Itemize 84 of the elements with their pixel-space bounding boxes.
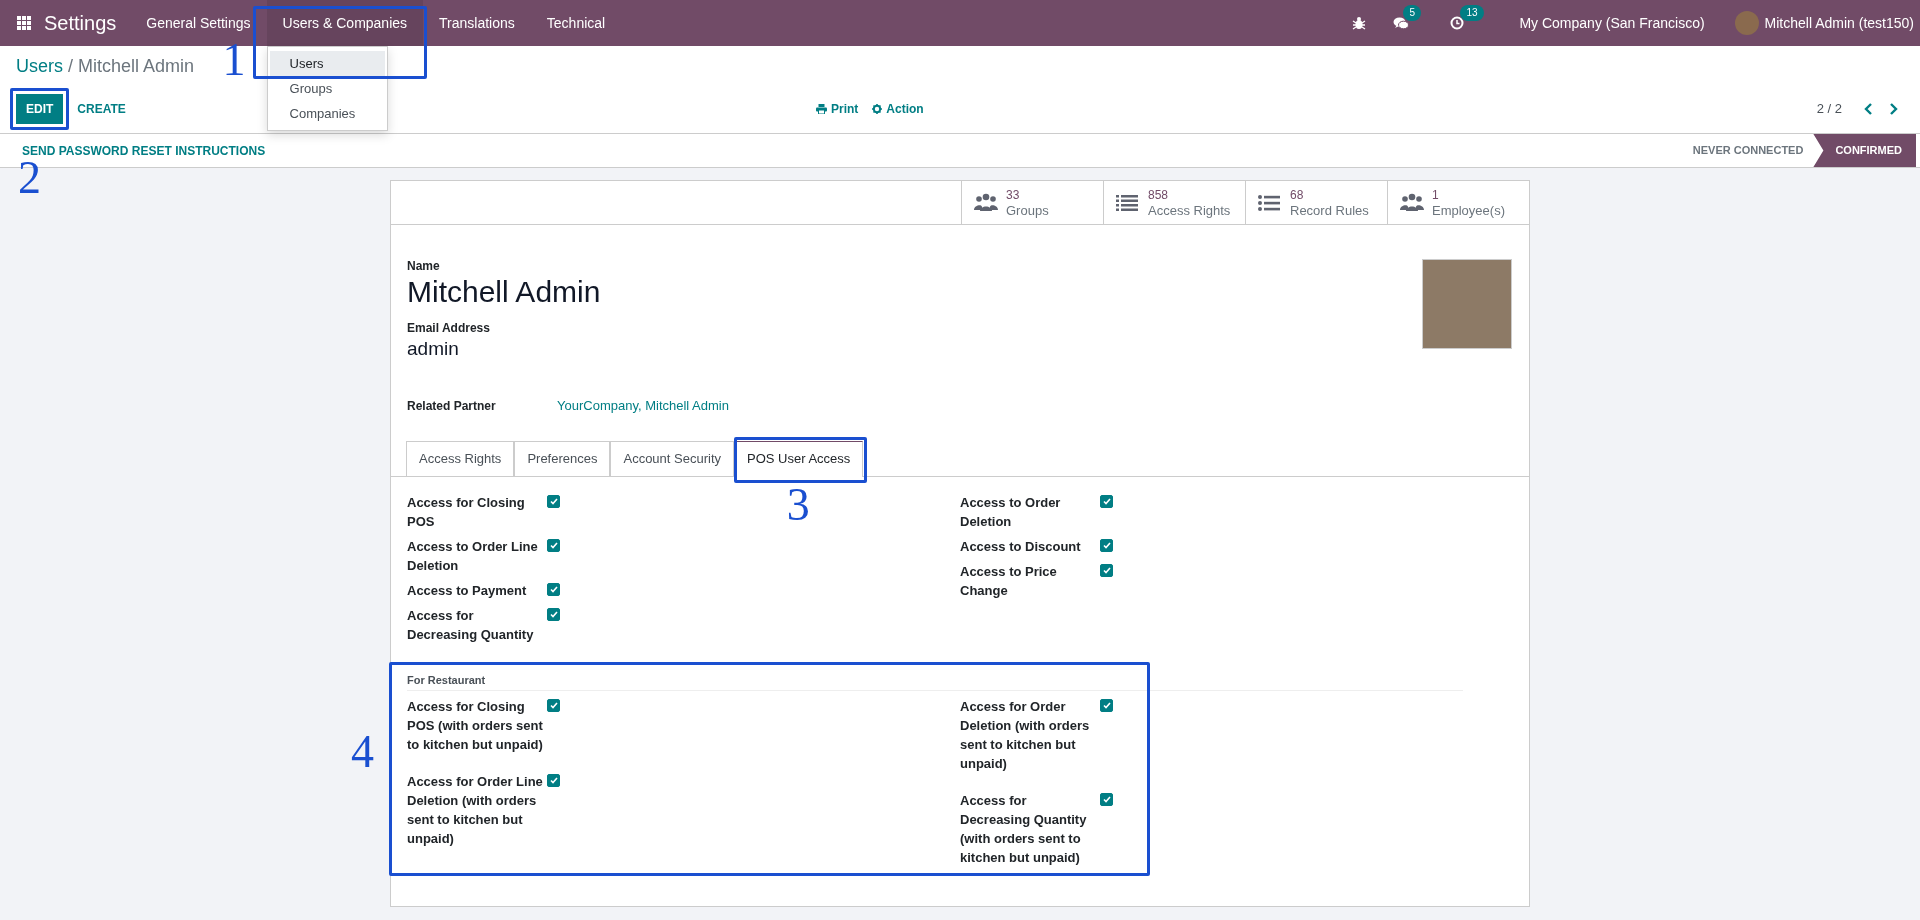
checkbox-label: Access to Price Change xyxy=(960,563,1058,600)
users-icon xyxy=(974,192,998,213)
checkbox[interactable] xyxy=(1100,793,1113,806)
chevron-right-icon[interactable] xyxy=(1888,102,1898,115)
bug-icon xyxy=(1352,16,1367,30)
checkbox-label: Access for Order Line Deletion (with orders sent to kitchen but unpaid) xyxy=(407,773,544,848)
smart-button[interactable]: 858 Access Rights xyxy=(1103,181,1245,224)
breadcrumb-current: Mitchell Admin xyxy=(78,56,195,78)
message-count-badge: 5 xyxy=(1403,5,1421,21)
checkbox[interactable] xyxy=(1100,564,1113,577)
user-menu[interactable]: Mitchell Admin (test150) xyxy=(1764,15,1914,31)
checkbox[interactable] xyxy=(1100,539,1113,552)
clock-icon xyxy=(1450,16,1465,30)
field-label: Email Address xyxy=(407,321,491,335)
apps-grid-icon[interactable] xyxy=(17,16,31,30)
checkbox-label: Access to Payment xyxy=(407,582,528,600)
checkbox[interactable] xyxy=(1100,699,1113,712)
create-button[interactable]: CREATE xyxy=(71,93,132,124)
smart-button[interactable]: 1 Employee(s) xyxy=(1387,181,1529,224)
dropdown-item[interactable]: Companies xyxy=(269,101,385,126)
action-button[interactable]: Action xyxy=(872,101,924,116)
app-title: Settings xyxy=(44,11,117,35)
checkbox-label: Access to Order Deletion xyxy=(960,494,1062,531)
pager-value: 2 / 2 xyxy=(1816,101,1842,116)
checkbox[interactable] xyxy=(547,583,560,596)
company-switcher[interactable]: My Company (San Francisco) xyxy=(1519,15,1705,31)
partner-link[interactable]: YourCompany, Mitchell Admin xyxy=(557,398,729,413)
gear-icon xyxy=(872,103,883,114)
checkbox[interactable] xyxy=(1100,495,1113,508)
smart-button-value: 858 xyxy=(1148,187,1170,203)
checkbox-label: Access to Order Line Deletion xyxy=(407,538,539,575)
smart-button-label: Access Rights xyxy=(1148,202,1231,218)
checkbox[interactable] xyxy=(547,774,560,787)
bullet-list-icon xyxy=(1258,192,1282,213)
form-tab[interactable]: Access Rights xyxy=(406,441,515,476)
breadcrumb-link[interactable]: Users xyxy=(16,56,63,84)
annotation-box xyxy=(10,87,70,130)
checkbox[interactable] xyxy=(547,495,560,508)
checkbox-label: Access to Discount xyxy=(960,538,1082,556)
annotation-number: 2 xyxy=(18,157,41,198)
edit-button[interactable]: EDIT xyxy=(16,93,64,124)
list-icon xyxy=(1116,192,1140,213)
smart-button-value: 1 xyxy=(1432,187,1440,203)
nav-menu-item[interactable]: Translations xyxy=(423,0,531,46)
group-title: For Restaurant xyxy=(407,674,1463,691)
form-tab[interactable]: Preferences xyxy=(514,441,611,476)
status-stage[interactable]: NEVER CONNECTED xyxy=(1672,134,1814,167)
annotation-number: 4 xyxy=(351,732,374,772)
checkbox[interactable] xyxy=(547,608,560,621)
reset-password-button[interactable]: SEND PASSWORD RESET INSTRUCTIONS xyxy=(0,143,266,158)
checkbox-label: Access for Closing POS xyxy=(407,494,526,531)
checkbox-label: Access for Closing POS (with orders sent to kitchen but unpaid) xyxy=(407,698,544,754)
smart-button-label: Employee(s) xyxy=(1432,202,1505,218)
printer-icon xyxy=(816,103,827,114)
form-tab[interactable]: POS User Access xyxy=(734,441,864,477)
nav-menu-item[interactable]: Technical xyxy=(530,0,622,46)
status-stage[interactable]: CONFIRMED xyxy=(1813,134,1916,167)
user-name: Mitchell Admin xyxy=(407,275,601,309)
user-avatar xyxy=(1734,11,1759,35)
checkbox-label: Access for Decreasing Quantity xyxy=(407,607,535,644)
annotation-number: 3 xyxy=(786,485,810,525)
checkbox[interactable] xyxy=(547,699,560,712)
checkbox-label: Access for Decreasing Quantity (with orders sent to kitchen but unpaid) xyxy=(960,792,1088,867)
smart-button[interactable]: 68 Record Rules xyxy=(1245,181,1387,224)
field-label: Name xyxy=(407,259,441,273)
smart-button-value: 68 xyxy=(1290,187,1305,203)
annotation-number: 1 xyxy=(222,40,246,80)
chat-icon xyxy=(1393,16,1410,30)
dropdown-item[interactable]: Users xyxy=(269,51,385,76)
smart-button-label: Groups xyxy=(1006,202,1049,218)
field-label: Related Partner xyxy=(407,398,497,413)
print-button[interactable]: Print xyxy=(816,101,859,116)
breadcrumb-separator: / xyxy=(68,56,74,78)
users-icon xyxy=(1400,192,1424,213)
form-tab[interactable]: Account Security xyxy=(610,441,734,476)
dropdown-item[interactable]: Groups xyxy=(269,76,385,101)
email-value: admin xyxy=(407,338,460,360)
activity-count-badge: 13 xyxy=(1460,5,1484,21)
smart-button-value: 33 xyxy=(1006,187,1021,203)
checkbox-label: Access for Order Deletion (with orders sent to kitchen but unpaid) xyxy=(960,698,1091,773)
smart-button-label: Record Rules xyxy=(1290,202,1369,218)
chevron-left-icon[interactable] xyxy=(1864,102,1874,115)
checkbox[interactable] xyxy=(547,539,560,552)
smart-button[interactable]: 33 Groups xyxy=(961,181,1103,224)
